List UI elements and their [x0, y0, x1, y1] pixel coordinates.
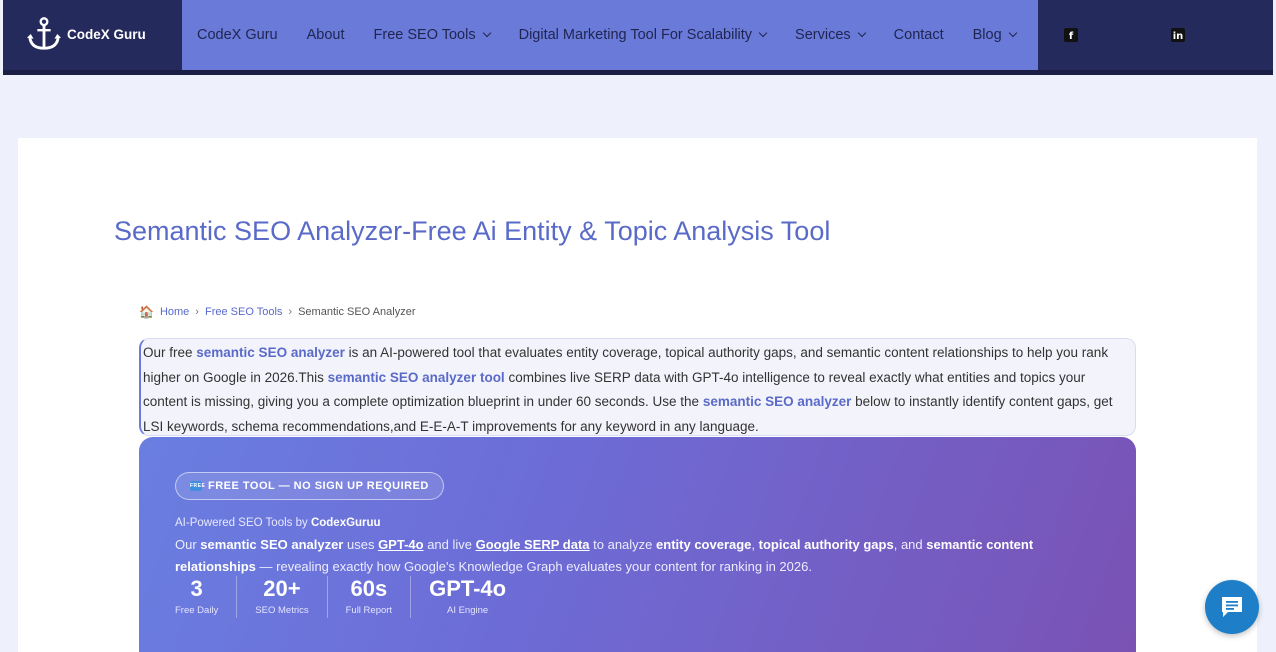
chat-button[interactable]: [1205, 580, 1259, 634]
hero-text: Our: [175, 537, 201, 552]
hero-banner: FREE FREE TOOL — NO SIGN UP REQUIRED AI-…: [139, 437, 1136, 652]
chevron-down-icon: [1008, 28, 1017, 38]
stat-label: Full Report: [345, 605, 393, 616]
free-tool-badge: FREE FREE TOOL — NO SIGN UP REQUIRED: [175, 472, 444, 500]
hero-strong: semantic SEO analyzer: [200, 537, 344, 552]
nav-label: CodeX Guru: [197, 27, 278, 43]
breadcrumb-separator: ›: [195, 306, 199, 318]
hero-text: , and: [893, 537, 927, 552]
nav-item-codex-guru[interactable]: CodeX Guru: [197, 27, 278, 43]
serp-data-link[interactable]: Google SERP data: [476, 537, 590, 552]
intro-link-analyzer-tool[interactable]: semantic SEO analyzer tool: [328, 370, 505, 385]
stat-full-report: 60s Full Report: [328, 576, 412, 618]
nav-label: Services: [795, 27, 851, 43]
nav-item-digital-marketing[interactable]: Digital Marketing Tool For Scalability: [518, 27, 768, 43]
home-icon[interactable]: 🏠: [139, 305, 154, 319]
nav-label: Free SEO Tools: [373, 27, 476, 43]
linkedin-icon[interactable]: in: [1171, 28, 1185, 42]
stat-label: Free Daily: [175, 605, 219, 616]
nav-item-blog[interactable]: Blog: [972, 27, 1017, 43]
hero-strong: entity coverage: [656, 537, 752, 552]
hero-text: and live: [423, 537, 476, 552]
breadcrumb: 🏠 Home › Free SEO Tools › Semantic SEO A…: [139, 305, 415, 319]
chevron-down-icon: [758, 28, 768, 38]
stats-row: 3 Free Daily 20+ SEO Metrics 60s Full Re…: [175, 576, 524, 618]
chevron-down-icon: [482, 28, 491, 38]
content-card: Semantic SEO Analyzer-Free Ai Entity & T…: [18, 138, 1257, 652]
stat-value: GPT-4o: [429, 576, 507, 601]
site-header: CodeX Guru CodeX Guru About Free SEO Too…: [3, 0, 1273, 75]
intro-paragraph: Our free semantic SEO analyzer is an AI-…: [139, 338, 1136, 436]
nav-item-about[interactable]: About: [307, 27, 345, 43]
facebook-icon[interactable]: f: [1064, 28, 1078, 42]
hero-strong: topical authority gaps: [758, 537, 894, 552]
main-nav: CodeX Guru About Free SEO Tools Digital …: [182, 0, 1038, 70]
breadcrumb-separator: ›: [288, 306, 293, 318]
hero-description: Our semantic SEO analyzer uses GPT-4o an…: [175, 534, 1105, 578]
chat-icon: [1222, 597, 1242, 617]
header-divider: [3, 70, 1273, 75]
hero-text: ,: [751, 537, 759, 552]
hero-subtitle-text: AI-Powered SEO Tools by: [175, 517, 311, 529]
intro-text: Our free: [143, 345, 197, 360]
nav-item-contact[interactable]: Contact: [894, 27, 944, 43]
site-logo[interactable]: CodeX Guru: [25, 16, 146, 52]
stat-label: AI Engine: [446, 605, 489, 616]
stat-free-daily: 3 Free Daily: [175, 576, 238, 618]
nav-label: About: [306, 27, 345, 43]
nav-item-services[interactable]: Services: [795, 27, 866, 43]
intro-link-analyzer[interactable]: semantic SEO analyzer: [196, 345, 345, 360]
stat-value: 20+: [263, 576, 301, 601]
page-title: Semantic SEO Analyzer-Free Ai Entity & T…: [114, 216, 831, 246]
anchor-icon: [26, 17, 62, 50]
intro-link-analyzer-2[interactable]: semantic SEO analyzer: [703, 394, 852, 409]
breadcrumb-current: Semantic SEO Analyzer: [298, 306, 416, 318]
nav-item-free-seo-tools[interactable]: Free SEO Tools: [373, 27, 491, 43]
breadcrumb-free-seo-tools[interactable]: Free SEO Tools: [205, 306, 282, 318]
hero-text: — revealing exactly how Google's Knowled…: [255, 559, 812, 574]
badge-label: FREE TOOL — NO SIGN UP REQUIRED: [208, 480, 429, 492]
stat-label: SEO Metrics: [255, 605, 309, 616]
nav-label: Contact: [893, 27, 944, 43]
logo-text: CodeX Guru: [67, 26, 146, 42]
stat-value: 60s: [350, 576, 388, 601]
stat-seo-metrics: 20+ SEO Metrics: [237, 576, 328, 618]
hero-text: to analyze: [589, 537, 657, 552]
chevron-down-icon: [857, 28, 866, 38]
nav-label: Digital Marketing Tool For Scalability: [518, 27, 753, 43]
gpt-link[interactable]: GPT-4o: [378, 537, 424, 552]
stat-value: 3: [190, 576, 203, 601]
hero-text: uses: [343, 537, 379, 552]
stat-ai-engine: GPT-4o AI Engine: [411, 576, 524, 618]
nav-label: Blog: [972, 27, 1002, 43]
hero-brand: CodexGuruu: [310, 517, 381, 529]
hero-subtitle: AI-Powered SEO Tools by CodexGuruu: [175, 517, 381, 529]
breadcrumb-home[interactable]: Home: [160, 306, 189, 318]
free-icon: FREE: [190, 481, 206, 491]
